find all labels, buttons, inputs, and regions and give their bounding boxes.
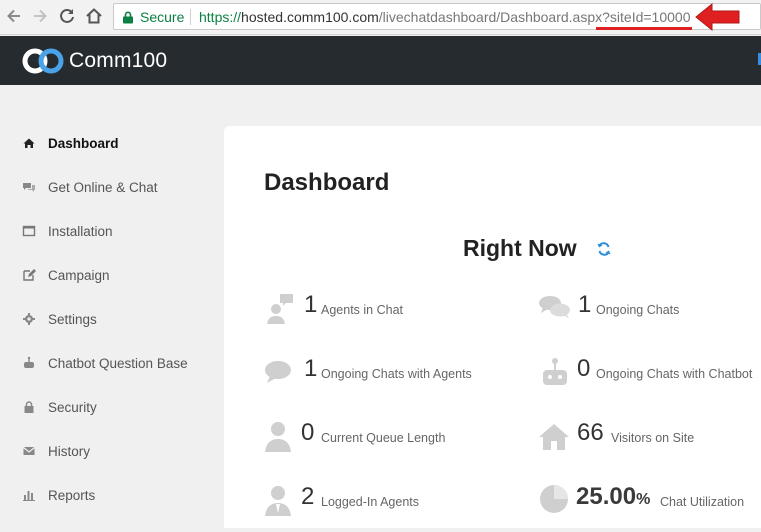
stat-label: Ongoing Chats with Agents xyxy=(321,367,472,381)
stat-value: 25.00% xyxy=(576,483,650,511)
sidebar-item-label: Reports xyxy=(48,488,96,503)
brand-name: Comm100 xyxy=(69,49,168,72)
lock-icon xyxy=(123,11,133,24)
stat-label: Logged-In Agents xyxy=(321,495,419,509)
window-icon xyxy=(22,225,36,237)
pie-icon xyxy=(540,485,568,513)
url-scheme: https:// xyxy=(199,9,242,25)
browser-toolbar: Secure https://hosted.comm100.com/livech… xyxy=(0,0,761,35)
address-bar[interactable]: Secure https://hosted.comm100.com/livech… xyxy=(113,3,761,30)
sidebar-item-label: Installation xyxy=(48,224,113,239)
sidebar-item-installation[interactable]: Installation xyxy=(0,224,224,268)
stat-visitors-on-site: 66 Visitors on Site xyxy=(538,419,761,455)
sidebar-item-label: Get Online & Chat xyxy=(48,180,158,195)
sidebar-item-label: Campaign xyxy=(48,268,110,283)
app-header: Comm100 xyxy=(0,36,761,85)
sidebar-item-settings[interactable]: Settings xyxy=(0,312,224,356)
chatbot-icon xyxy=(24,356,34,368)
sidebar-item-label: Settings xyxy=(48,312,97,327)
dashboard-panel: Dashboard Right Now 1 Agents in Chat 1 O… xyxy=(224,126,761,528)
page-title: Dashboard xyxy=(264,169,390,196)
lock-icon xyxy=(24,401,34,413)
stat-value: 0 xyxy=(577,355,591,382)
section-title: Right Now xyxy=(463,235,577,261)
stat-value-number: 25.00 xyxy=(576,483,637,510)
sidebar-item-label: Chatbot Question Base xyxy=(48,356,188,371)
speech-bubble-icon xyxy=(265,361,291,383)
stat-value: 2 xyxy=(301,483,315,510)
stat-logged-in-agents: 2 Logged-In Agents xyxy=(262,483,512,519)
stat-label: Chat Utilization xyxy=(660,495,745,509)
back-arrow-icon[interactable] xyxy=(4,6,24,26)
sidebar-item-label: History xyxy=(48,444,91,459)
reload-icon[interactable] xyxy=(57,6,77,26)
stat-value-unit: % xyxy=(636,491,651,508)
sidebar-item-campaign[interactable]: Campaign xyxy=(0,268,224,312)
house-icon xyxy=(539,424,569,450)
stat-current-queue-length: 0 Current Queue Length xyxy=(262,419,512,455)
agent-icon xyxy=(265,486,291,516)
refresh-icon[interactable] xyxy=(596,241,612,257)
sidebar-item-dashboard[interactable]: Dashboard xyxy=(0,136,224,180)
stat-ongoing-chats-agents: 1 Ongoing Chats with Agents xyxy=(262,355,512,391)
secure-label: Secure xyxy=(140,9,185,25)
comm100-logo-icon[interactable] xyxy=(22,48,64,74)
home-icon xyxy=(23,138,35,148)
sidebar-item-reports[interactable]: Reports xyxy=(0,488,224,532)
chatbot-icon xyxy=(543,358,567,385)
chat-bubbles-icon xyxy=(539,296,570,318)
stat-chat-utilization: 25.00% Chat Utilization xyxy=(538,483,761,519)
sidebar-item-security[interactable]: Security xyxy=(0,400,224,444)
forward-arrow-icon[interactable] xyxy=(30,6,50,26)
stat-label: Current Queue Length xyxy=(321,431,446,445)
annotation-underline xyxy=(596,27,692,30)
gear-icon xyxy=(23,313,35,325)
stat-value: 66 xyxy=(577,419,604,446)
url-host: hosted.comm100.com xyxy=(241,9,379,25)
stat-label: Ongoing Chats xyxy=(596,303,680,317)
sidebar: Dashboard Get Online & Chat Installation… xyxy=(0,85,224,528)
sidebar-item-get-online-chat[interactable]: Get Online & Chat xyxy=(0,180,224,224)
bar-chart-icon xyxy=(23,491,35,501)
agents-chat-icon xyxy=(267,294,293,324)
sidebar-item-chatbot-question-base[interactable]: Chatbot Question Base xyxy=(0,356,224,400)
url-path: /livechatdashboard/Dashboard.aspx?siteId… xyxy=(378,9,691,25)
stat-ongoing-chats-chatbot: 0 Ongoing Chats with Chatbot xyxy=(538,355,761,391)
sidebar-item-label: Security xyxy=(48,400,97,415)
annotation-arrow-icon xyxy=(695,2,740,32)
stat-value: 0 xyxy=(301,419,315,446)
stat-ongoing-chats: 1 Ongoing Chats xyxy=(538,291,761,327)
chat-bubbles-icon xyxy=(23,183,35,192)
stat-label: Agents in Chat xyxy=(321,303,403,317)
edit-icon xyxy=(23,269,36,281)
envelope-icon xyxy=(23,447,35,455)
stat-label: Visitors on Site xyxy=(611,431,695,445)
stat-value: 1 xyxy=(304,291,318,318)
stat-value: 1 xyxy=(578,291,592,318)
stat-agents-in-chat: 1 Agents in Chat xyxy=(262,291,482,327)
url-divider xyxy=(190,9,191,25)
stat-value: 1 xyxy=(304,355,318,382)
home-icon[interactable] xyxy=(84,6,104,26)
url-text[interactable]: https://hosted.comm100.com/livechatdashb… xyxy=(199,9,690,25)
person-icon xyxy=(265,422,291,452)
sidebar-item-label: Dashboard xyxy=(48,136,119,151)
sidebar-item-history[interactable]: History xyxy=(0,444,224,488)
stat-label: Ongoing Chats with Chatbot xyxy=(596,367,753,381)
